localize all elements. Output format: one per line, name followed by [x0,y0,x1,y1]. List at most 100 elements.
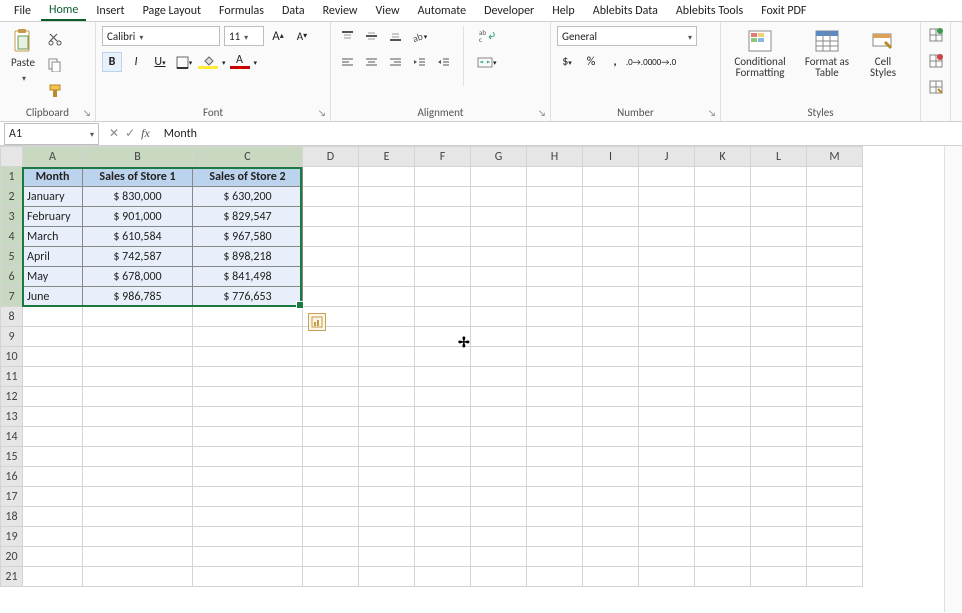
cell-E8[interactable] [359,307,415,327]
cell-E19[interactable] [359,527,415,547]
cell-K20[interactable] [695,547,751,567]
bold-button[interactable]: B [102,52,122,72]
cell-I2[interactable] [583,187,639,207]
cell-B6[interactable]: $ 678,000 [83,267,193,287]
cell-B1[interactable]: Sales of Store 1 [83,167,193,187]
merge-center-icon[interactable]: ▾ [474,52,500,72]
delete-cells-icon[interactable] [927,52,945,70]
cell-F16[interactable] [415,467,471,487]
cell-F15[interactable] [415,447,471,467]
font-name-select[interactable]: Calibri [102,26,220,46]
row-header-15[interactable]: 15 [1,447,23,467]
cell-L19[interactable] [751,527,807,547]
cell-A21[interactable] [23,567,83,587]
cell-F21[interactable] [415,567,471,587]
cell-I4[interactable] [583,227,639,247]
menu-item-home[interactable]: Home [41,1,86,21]
row-header-14[interactable]: 14 [1,427,23,447]
cell-I3[interactable] [583,207,639,227]
menu-item-foxit-pdf[interactable]: Foxit PDF [753,2,814,20]
quick-analysis-button[interactable] [308,313,326,331]
row-header-19[interactable]: 19 [1,527,23,547]
cell-G3[interactable] [471,207,527,227]
row-header-8[interactable]: 8 [1,307,23,327]
cell-L2[interactable] [751,187,807,207]
cell-J2[interactable] [639,187,695,207]
name-box[interactable]: A1 [4,123,99,145]
cell-A16[interactable] [23,467,83,487]
cell-J8[interactable] [639,307,695,327]
cell-D11[interactable] [303,367,359,387]
cell-I18[interactable] [583,507,639,527]
cell-C6[interactable]: $ 841,498 [193,267,303,287]
row-header-9[interactable]: 9 [1,327,23,347]
column-header-C[interactable]: C [193,147,303,167]
cell-M14[interactable] [807,427,863,447]
cell-K8[interactable] [695,307,751,327]
cell-F14[interactable] [415,427,471,447]
accounting-format-icon[interactable]: $▾ [557,52,577,72]
cell-G1[interactable] [471,167,527,187]
cell-C4[interactable]: $ 967,580 [193,227,303,247]
cell-L3[interactable] [751,207,807,227]
cell-M3[interactable] [807,207,863,227]
cell-A11[interactable] [23,367,83,387]
cell-J21[interactable] [639,567,695,587]
cell-H16[interactable] [527,467,583,487]
cell-B11[interactable] [83,367,193,387]
cell-D5[interactable] [303,247,359,267]
cell-L18[interactable] [751,507,807,527]
cell-B19[interactable] [83,527,193,547]
cell-L7[interactable] [751,287,807,307]
cell-H20[interactable] [527,547,583,567]
cell-M9[interactable] [807,327,863,347]
cell-K1[interactable] [695,167,751,187]
fx-icon[interactable]: fx [141,126,150,141]
cell-E21[interactable] [359,567,415,587]
cell-L17[interactable] [751,487,807,507]
column-header-F[interactable]: F [415,147,471,167]
cell-K3[interactable] [695,207,751,227]
cell-F8[interactable] [415,307,471,327]
cell-I19[interactable] [583,527,639,547]
cell-B4[interactable]: $ 610,584 [83,227,193,247]
cell-G17[interactable] [471,487,527,507]
cell-C1[interactable]: Sales of Store 2 [193,167,303,187]
increase-font-icon[interactable]: A▴ [268,26,288,46]
cell-E4[interactable] [359,227,415,247]
copy-icon[interactable] [46,56,64,74]
cell-B20[interactable] [83,547,193,567]
column-header-M[interactable]: M [807,147,863,167]
cell-H6[interactable] [527,267,583,287]
cell-F19[interactable] [415,527,471,547]
cell-J7[interactable] [639,287,695,307]
cell-M11[interactable] [807,367,863,387]
cell-D18[interactable] [303,507,359,527]
cell-D19[interactable] [303,527,359,547]
row-header-1[interactable]: 1 [1,167,23,187]
cell-F6[interactable] [415,267,471,287]
font-launcher-icon[interactable]: ↘ [316,107,328,119]
cell-M17[interactable] [807,487,863,507]
cell-F20[interactable] [415,547,471,567]
cell-J16[interactable] [639,467,695,487]
cell-E9[interactable] [359,327,415,347]
cell-I21[interactable] [583,567,639,587]
decrease-font-icon[interactable]: A▾ [292,26,312,46]
cell-K7[interactable] [695,287,751,307]
row-header-11[interactable]: 11 [1,367,23,387]
row-header-21[interactable]: 21 [1,567,23,587]
cell-H9[interactable] [527,327,583,347]
cell-I10[interactable] [583,347,639,367]
row-header-20[interactable]: 20 [1,547,23,567]
row-header-7[interactable]: 7 [1,287,23,307]
decrease-indent-icon[interactable] [409,52,429,72]
cell-K4[interactable] [695,227,751,247]
cell-J11[interactable] [639,367,695,387]
cell-D17[interactable] [303,487,359,507]
cell-M21[interactable] [807,567,863,587]
cell-H11[interactable] [527,367,583,387]
cell-B14[interactable] [83,427,193,447]
column-header-J[interactable]: J [639,147,695,167]
cell-J9[interactable] [639,327,695,347]
